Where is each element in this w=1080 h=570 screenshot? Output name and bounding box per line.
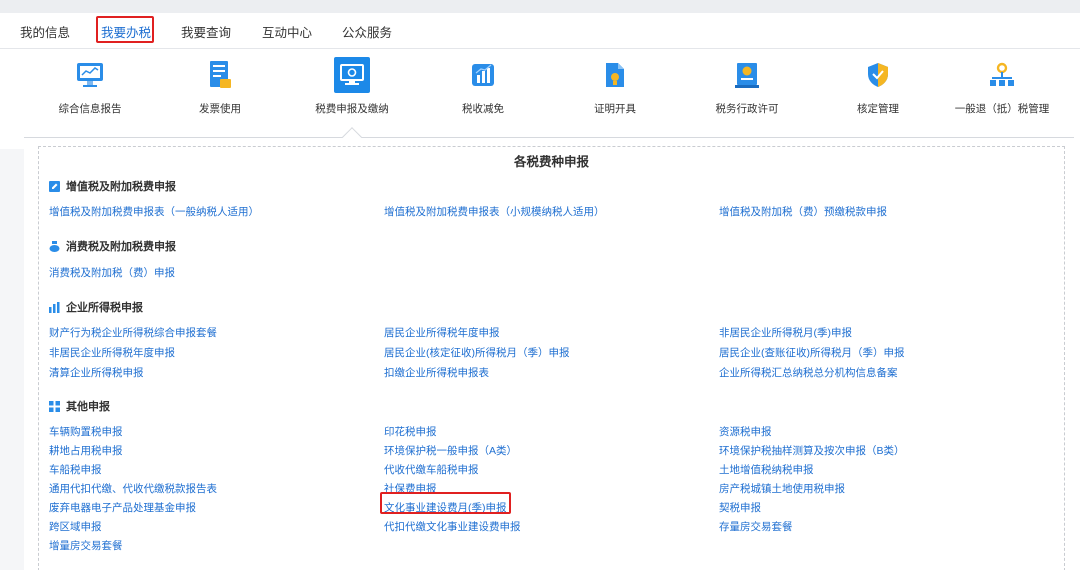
- link-consumption-tax[interactable]: 消费税及附加税（费）申报: [49, 265, 175, 280]
- tab-interaction[interactable]: 互动中心: [262, 22, 312, 41]
- money-bag-icon: [49, 240, 60, 252]
- link-vehicle-purchase-tax[interactable]: 车辆购置税申报: [49, 424, 123, 439]
- link-existing-house-combo[interactable]: 存量房交易套餐: [719, 519, 793, 534]
- section-title-vat: 增值税及附加税费申报: [49, 178, 176, 194]
- link-cit-liquidation[interactable]: 清算企业所得税申报: [49, 365, 144, 380]
- menu-item-approval-mgmt[interactable]: 核定管理: [823, 57, 933, 116]
- tab-query[interactable]: 我要查询: [181, 22, 231, 41]
- link-social-insurance[interactable]: 社保费申报: [384, 481, 437, 496]
- link-general-withholding-report[interactable]: 通用代扣代缴、代收代缴税款报告表: [49, 481, 217, 496]
- menu-item-label: 税务行政许可: [715, 103, 779, 115]
- link-env-tax-a[interactable]: 环境保护税一般申报（A类）: [384, 443, 517, 458]
- declaration-panel: 各税费种申报 增值税及附加税费申报 增值税及附加税费申报表（一般纳税人适用） 增…: [24, 127, 1074, 570]
- tab-public-service[interactable]: 公众服务: [342, 22, 392, 41]
- tab-handle-tax[interactable]: 我要办税: [96, 22, 156, 52]
- menu-item-tax-declare[interactable]: 税费申报及缴纳: [297, 57, 407, 116]
- link-deed-tax[interactable]: 契税申报: [719, 500, 761, 515]
- section-title-other: 其他申报: [49, 398, 110, 414]
- menu-item-invoice-use[interactable]: 发票使用: [165, 57, 275, 116]
- main-tabbar: 我的信息 我要办税 我要查询 互动中心 公众服务: [0, 13, 1080, 52]
- link-cit-combo[interactable]: 财产行为税企业所得税综合申报套餐: [49, 325, 217, 340]
- grid-icon: [49, 400, 60, 412]
- org-tree-icon: [990, 62, 1014, 86]
- link-env-tax-b[interactable]: 环境保护税抽样测算及按次申报（B类）: [719, 443, 905, 458]
- link-cit-resident-annual[interactable]: 居民企业所得税年度申报: [384, 325, 500, 340]
- menu-item-label: 税收减免: [462, 103, 504, 115]
- link-cit-resident-assessed[interactable]: 居民企业(核定征收)所得税月（季）申报: [384, 345, 570, 360]
- section-title-text: 企业所得税申报: [66, 302, 143, 314]
- screen-declare-icon: [340, 64, 364, 85]
- menu-item-tax-refund[interactable]: 一般退（抵）税管理: [947, 57, 1057, 116]
- license-badge-icon: [735, 63, 759, 88]
- menu-item-admin-license[interactable]: 税务行政许可: [692, 57, 802, 116]
- section-title-consumption: 消费税及附加税费申报: [49, 238, 176, 254]
- link-cross-region[interactable]: 跨区域申报: [49, 519, 102, 534]
- menu-item-info-report[interactable]: 综合信息报告: [35, 57, 145, 116]
- menu-item-certificate[interactable]: 证明开具: [560, 57, 670, 116]
- link-vat-prepay[interactable]: 增值税及附加税（费）预缴税款申报: [719, 204, 887, 219]
- link-resource-tax[interactable]: 资源税申报: [719, 424, 772, 439]
- link-cit-consolidated-filing[interactable]: 企业所得税汇总纳税总分机构信息备案: [719, 365, 898, 380]
- page: 我的信息 我要办税 我要查询 互动中心 公众服务 综合信息报告 发票使用 税费申…: [0, 13, 1080, 570]
- monitor-chart-icon: [77, 63, 103, 87]
- menu-item-label: 证明开具: [594, 103, 636, 115]
- bar-chart-icon: [472, 64, 494, 86]
- left-gutter: [0, 149, 24, 570]
- menu-item-label: 核定管理: [857, 103, 899, 115]
- menu-item-label: 综合信息报告: [58, 103, 122, 115]
- tab-my-info[interactable]: 我的信息: [20, 22, 70, 41]
- link-vessel-tax-withholding[interactable]: 代收代缴车船税申报: [384, 462, 479, 477]
- link-vessel-tax[interactable]: 车船税申报: [49, 462, 102, 477]
- menu-item-label: 发票使用: [199, 103, 241, 115]
- panel-title: 各税费种申报: [513, 155, 589, 169]
- menu-item-label: 一般退（抵）税管理: [954, 103, 1050, 115]
- link-culture-fee-withholding[interactable]: 代扣代缴文化事业建设费申报: [384, 519, 521, 534]
- link-property-land-use-tax[interactable]: 房产税城镇土地使用税申报: [719, 481, 845, 496]
- invoice-document-icon: [210, 61, 231, 88]
- link-cit-nonresident-annual[interactable]: 非居民企业所得税年度申报: [49, 345, 175, 360]
- edit-icon: [49, 180, 60, 192]
- link-cit-nonresident-monthly[interactable]: 非居民企业所得税月(季)申报: [719, 325, 852, 340]
- shield-icon: [868, 63, 888, 87]
- link-new-house-combo[interactable]: 增量房交易套餐: [49, 538, 123, 553]
- menu-item-tax-relief[interactable]: 税收减免: [428, 57, 538, 116]
- link-ewaste-fund[interactable]: 废弃电器电子产品处理基金申报: [49, 500, 196, 515]
- section-title-text: 增值税及附加税费申报: [66, 181, 176, 193]
- certificate-file-icon: [606, 63, 624, 87]
- top-strip: [0, 0, 1080, 13]
- declaration-list: 各税费种申报 增值税及附加税费申报 增值税及附加税费申报表（一般纳税人适用） 增…: [38, 146, 1065, 570]
- link-farmland-tax[interactable]: 耕地占用税申报: [49, 443, 123, 458]
- link-land-value-tax[interactable]: 土地增值税纳税申报: [719, 462, 814, 477]
- link-cit-resident-audited[interactable]: 居民企业(查账征收)所得税月（季）申报: [719, 345, 905, 360]
- section-title-text: 其他申报: [66, 401, 110, 413]
- menu-item-label: 税费申报及缴纳: [315, 103, 389, 115]
- icon-menu: 综合信息报告 发票使用 税费申报及缴纳 税收减免 证明开具 税务行政许可 核定管…: [0, 49, 1080, 149]
- bar-chart-icon: [49, 301, 60, 313]
- section-title-text: 消费税及附加税费申报: [66, 241, 176, 253]
- link-stamp-tax[interactable]: 印花税申报: [384, 424, 437, 439]
- section-title-cit: 企业所得税申报: [49, 299, 143, 315]
- link-vat-small-scale[interactable]: 增值税及附加税费申报表（小规模纳税人适用）: [384, 204, 605, 219]
- link-culture-fee[interactable]: 文化事业建设费月(季)申报: [384, 500, 507, 515]
- link-vat-general[interactable]: 增值税及附加税费申报表（一般纳税人适用）: [49, 204, 259, 219]
- link-cit-withholding[interactable]: 扣缴企业所得税申报表: [384, 365, 489, 380]
